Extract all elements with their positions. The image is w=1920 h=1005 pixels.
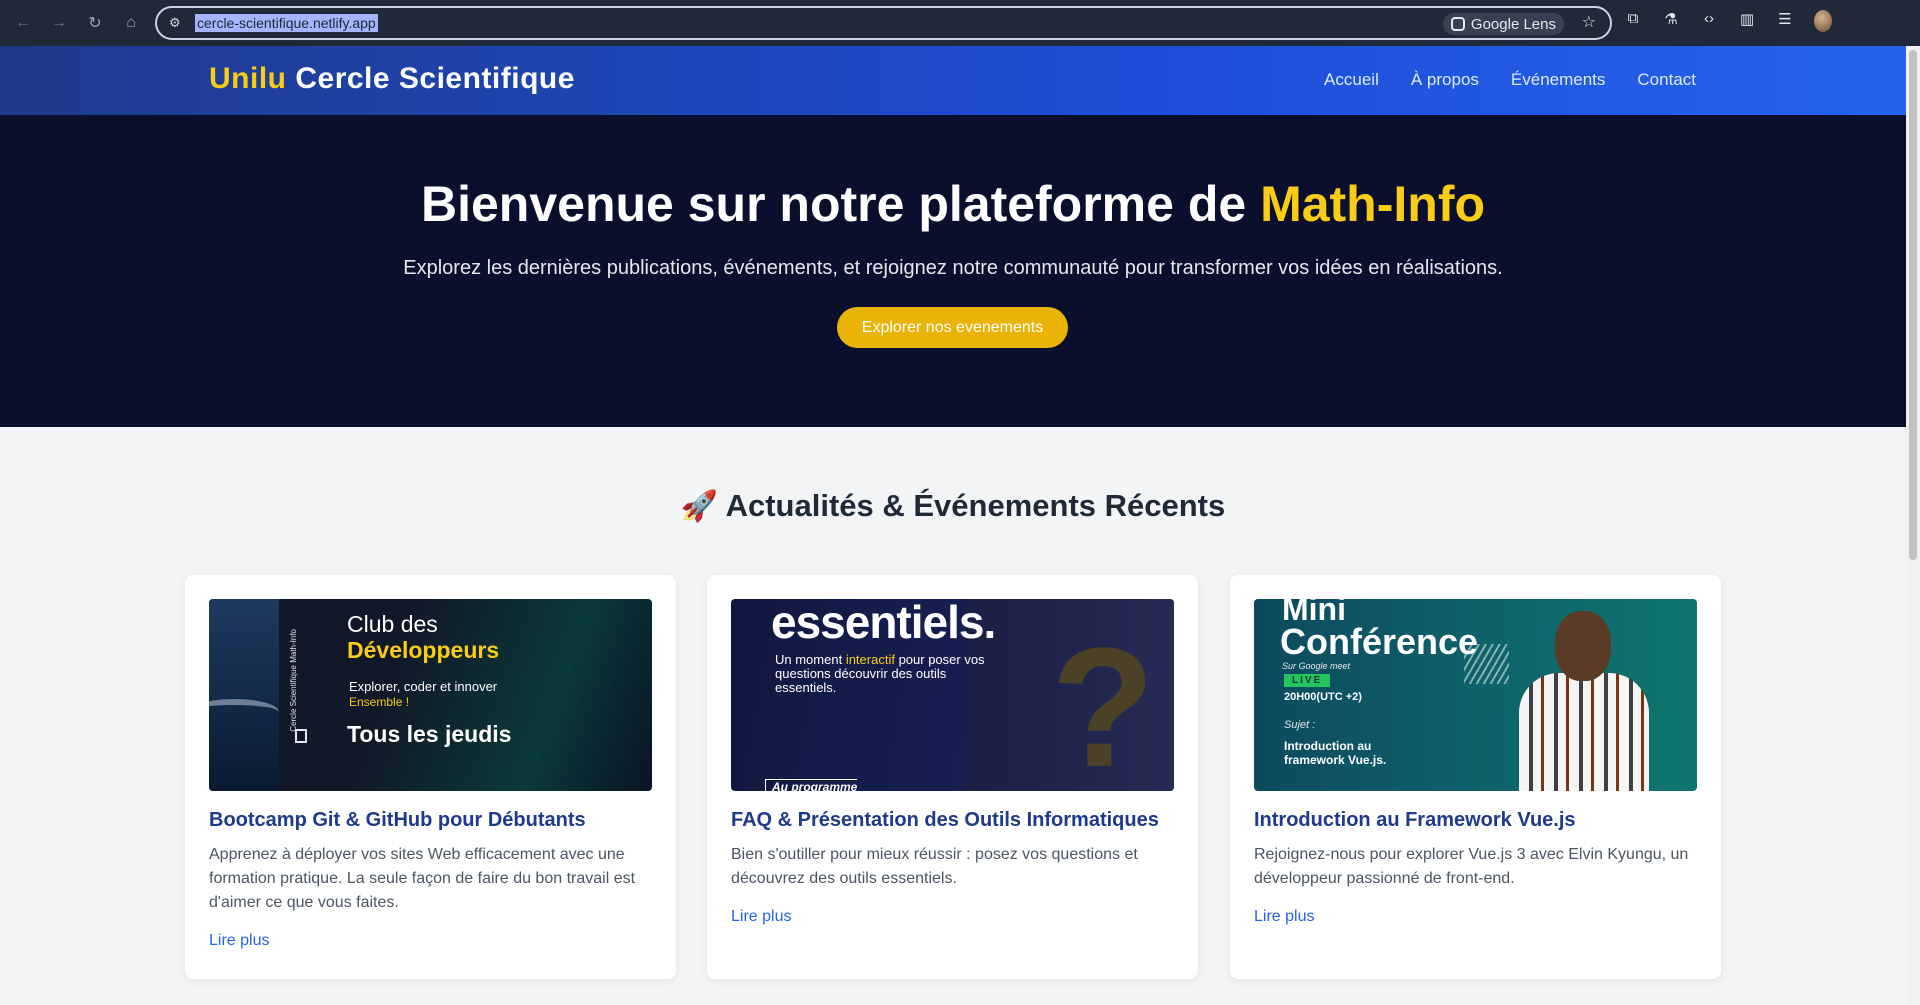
card-image[interactable]: ? essentiels. Un moment interactif pour … xyxy=(731,599,1174,791)
read-more-link[interactable]: Lire plus xyxy=(731,908,791,926)
image-text: essentiels. xyxy=(771,599,996,648)
site-header: Unilu Cercle Scientifique Accueil À prop… xyxy=(0,46,1906,115)
address-bar[interactable]: ⚙ cercle-scientifique.netlify.app Google… xyxy=(155,6,1612,40)
image-text: Tous les jeudis xyxy=(347,721,512,747)
url-text[interactable]: cercle-scientifique.netlify.app xyxy=(195,14,378,32)
brand-highlight: Unilu xyxy=(209,62,287,95)
labs-icon[interactable]: ⚗ xyxy=(1662,10,1680,36)
lens-icon xyxy=(1450,17,1465,31)
image-text: Un moment interactif pour poser vos ques… xyxy=(775,652,985,695)
hero-subtitle: Explorez les dernières publications, évé… xyxy=(403,257,1503,279)
back-icon[interactable]: ← xyxy=(10,10,36,36)
explore-events-button[interactable]: Explorer nos evenements xyxy=(837,307,1068,348)
live-badge: LIVE xyxy=(1284,674,1331,687)
hero-title-highlight: Math-Info xyxy=(1260,176,1486,232)
google-lens-button[interactable]: Google Lens xyxy=(1442,13,1564,35)
card-description: Apprenez à déployer vos sites Web effica… xyxy=(209,846,636,911)
hero-title-main: Bienvenue sur notre plateforme de xyxy=(420,176,1261,232)
scrollbar-thumb[interactable] xyxy=(1909,50,1917,560)
card-description: Rejoignez-nous pour explorer Vue.js 3 av… xyxy=(1254,846,1689,887)
image-vertical-text: Cercle Scientifique Math-Info xyxy=(289,629,298,732)
profile-avatar[interactable] xyxy=(1814,10,1832,36)
browser-toolbar: ← → ↻ ⌂ ⚙ cercle-scientifique.netlify.ap… xyxy=(0,0,1920,46)
club-logo-icon xyxy=(295,729,307,743)
speaker-photo xyxy=(1519,611,1649,791)
question-mark-graphic: ? xyxy=(1051,613,1155,791)
card-title[interactable]: Introduction au Framework Vue.js xyxy=(1254,809,1704,832)
forward-icon[interactable]: → xyxy=(46,10,72,36)
image-text: Ensemble ! xyxy=(349,695,410,709)
nav-home[interactable]: Accueil xyxy=(1324,70,1379,90)
site-info-icon[interactable]: ⚙ xyxy=(169,15,191,31)
nav-events[interactable]: Événements xyxy=(1511,70,1606,90)
code-icon[interactable]: ‹› xyxy=(1700,10,1718,36)
card-title[interactable]: Bootcamp Git & GitHub pour Débutants xyxy=(209,809,659,832)
read-more-link[interactable]: Lire plus xyxy=(1254,908,1314,926)
extensions-icon[interactable]: ⧉ xyxy=(1624,10,1642,36)
side-panel-icon[interactable]: ▥ xyxy=(1738,10,1756,36)
image-text: 20H00(UTC +2) xyxy=(1284,691,1362,703)
card-image[interactable]: Cercle Scientifique Math-Info Club des D… xyxy=(209,599,652,791)
card-description: Bien s'outiller pour mieux réussir : pos… xyxy=(731,846,1138,887)
home-icon[interactable]: ⌂ xyxy=(118,10,144,36)
main-nav: Accueil À propos Événements Contact xyxy=(1324,70,1696,90)
image-text: Introduction au framework Vue.js. xyxy=(1284,739,1387,767)
bookmark-star-icon[interactable]: ☆ xyxy=(1582,12,1596,32)
image-text: Club des xyxy=(347,611,438,637)
image-text: Sur Google meet xyxy=(1282,661,1351,671)
news-card: Cercle Scientifique Math-Info Club des D… xyxy=(185,575,676,979)
google-lens-label: Google Lens xyxy=(1470,15,1556,33)
site-logo[interactable]: Unilu Cercle Scientifique xyxy=(209,62,575,96)
nav-about[interactable]: À propos xyxy=(1411,70,1479,90)
card-image[interactable]: Mini Conférence Sur Google meet LIVE 20H… xyxy=(1254,599,1697,791)
page-scrollbar[interactable] xyxy=(1906,46,1920,1005)
image-text: Explorer, coder et innover xyxy=(349,679,498,694)
nav-contact[interactable]: Contact xyxy=(1637,70,1696,90)
brand-name: Cercle Scientifique xyxy=(295,62,575,95)
reload-icon[interactable]: ↻ xyxy=(82,10,108,36)
rocket-icon: 🚀 xyxy=(680,490,719,523)
image-text: Au programme xyxy=(765,779,858,791)
news-heading: 🚀 Actualités & Événements Récents xyxy=(0,488,1906,524)
hero-section: Bienvenue sur notre plateforme de Math-I… xyxy=(0,115,1906,427)
news-card: Mini Conférence Sur Google meet LIVE 20H… xyxy=(1230,575,1721,979)
image-text: Développeurs xyxy=(347,637,500,663)
image-text: Conférence xyxy=(1280,621,1479,662)
news-heading-text: Actualités & Événements Récents xyxy=(725,488,1226,523)
hero-title: Bienvenue sur notre plateforme de Math-I… xyxy=(0,175,1906,233)
image-text: Sujet : xyxy=(1284,719,1316,731)
reading-list-icon[interactable]: ☰ xyxy=(1776,10,1794,36)
news-card: ? essentiels. Un moment interactif pour … xyxy=(707,575,1198,979)
read-more-link[interactable]: Lire plus xyxy=(209,932,269,950)
card-title[interactable]: FAQ & Présentation des Outils Informatiq… xyxy=(731,809,1181,832)
